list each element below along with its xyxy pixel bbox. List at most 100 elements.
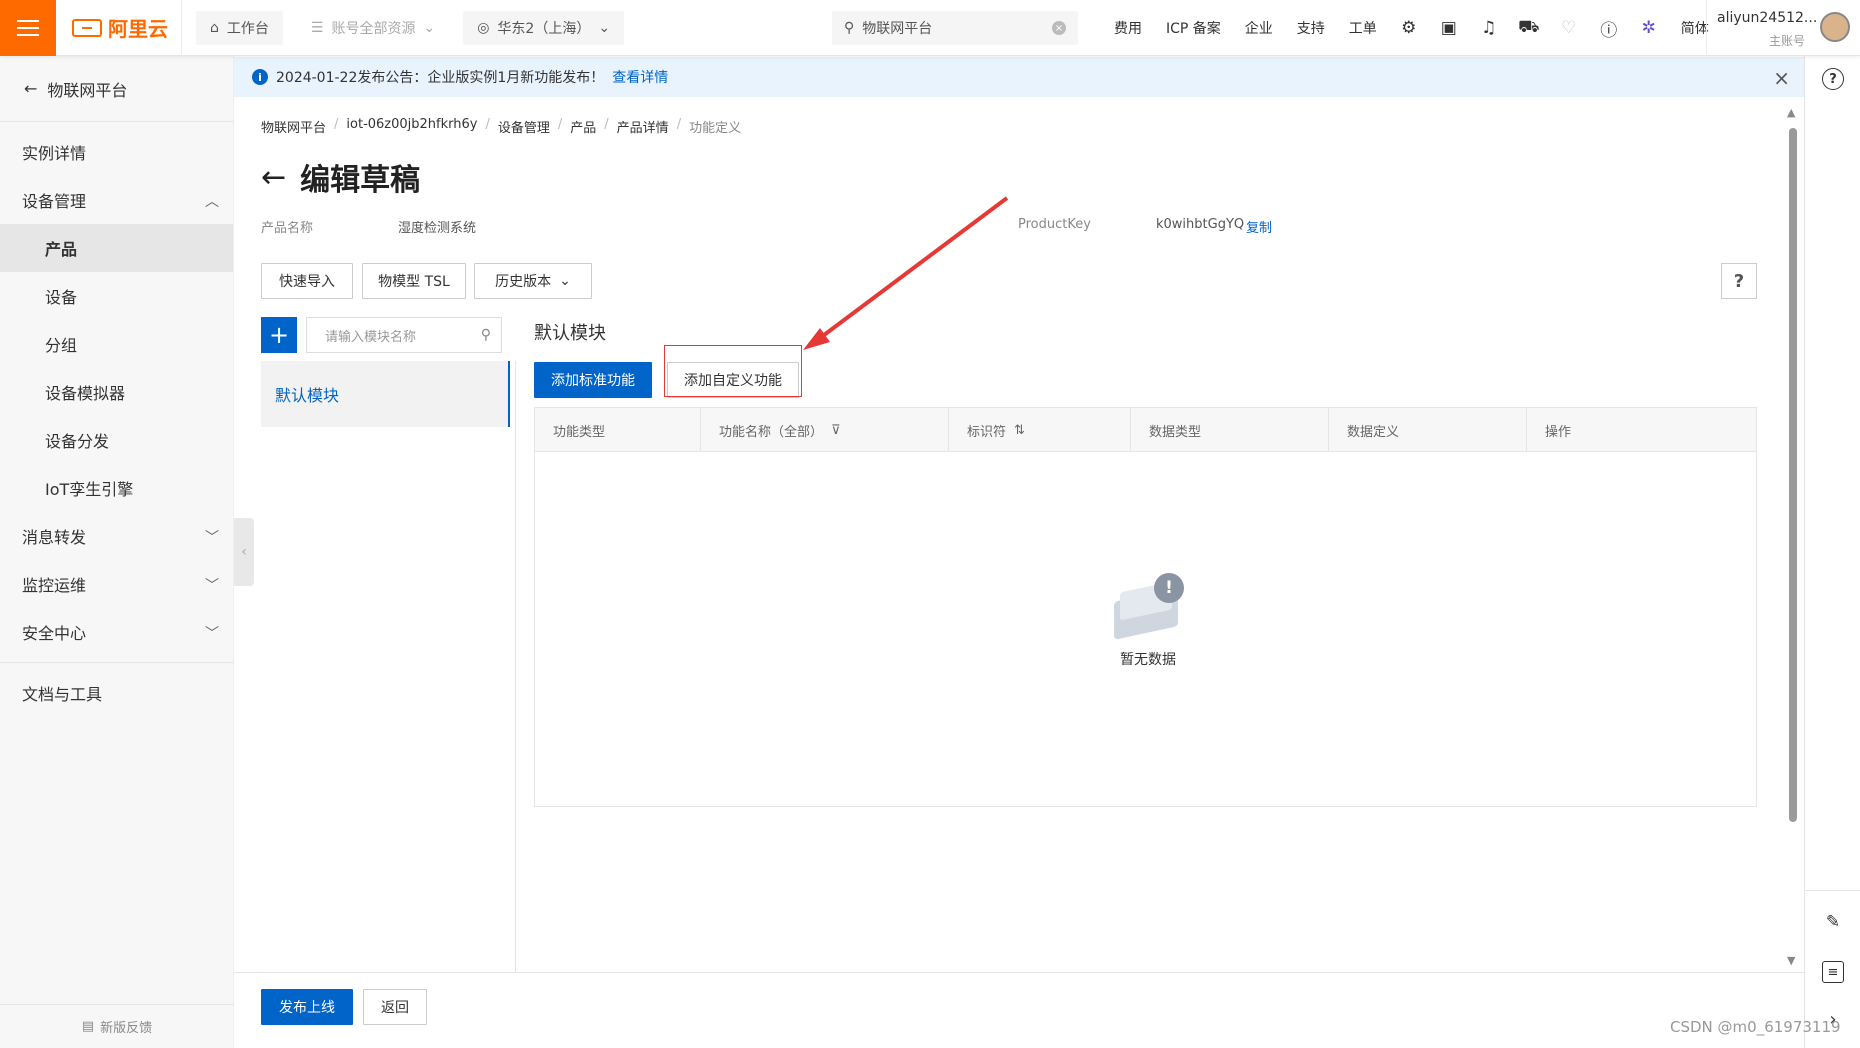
tsl-button[interactable]: 物模型 TSL xyxy=(362,263,466,299)
workbench-button[interactable]: ⌂ 工作台 xyxy=(196,10,283,45)
sidebar-divider xyxy=(0,662,233,663)
aliyun-logo[interactable]: 阿里云 xyxy=(56,0,182,56)
empty-box-icon: ! xyxy=(1110,573,1186,640)
search-value: 物联网平台 xyxy=(862,21,933,37)
sidebar-item-label: 产品 xyxy=(45,240,78,259)
sidebar-back-header[interactable]: ← 物联网平台 xyxy=(0,56,233,122)
back-button[interactable]: 返回 xyxy=(363,989,427,1025)
bell-icon[interactable]: ♫ xyxy=(1469,18,1509,38)
sidebar-item-label: 设备模拟器 xyxy=(45,384,126,403)
breadcrumb-separator: / xyxy=(676,117,682,132)
publish-button[interactable]: 发布上线 xyxy=(261,989,353,1025)
page-title: ← 编辑草稿 xyxy=(261,155,420,199)
scroll-up-icon[interactable]: ▲ xyxy=(1787,106,1795,119)
global-search-input[interactable]: ⚲ 物联网平台 × xyxy=(832,11,1078,45)
scroll-down-icon[interactable]: ▼ xyxy=(1787,954,1795,967)
edit-icon[interactable]: ✎ xyxy=(1822,911,1844,933)
sidebar-item-instance[interactable]: 实例详情 xyxy=(0,128,233,176)
terminal-icon[interactable]: ▣ xyxy=(1429,18,1469,38)
sidebar-item-label: 设备 xyxy=(45,288,78,307)
breadcrumb-current: 功能定义 xyxy=(689,121,742,136)
avatar[interactable] xyxy=(1820,12,1850,42)
button-label: 物模型 TSL xyxy=(378,274,450,290)
breadcrumb-item[interactable]: 物联网平台 xyxy=(261,117,326,136)
watermark: CSDN @m0_61973119 xyxy=(1670,1018,1841,1036)
sidebar-item-group[interactable]: 分组 xyxy=(0,320,233,368)
help-icon[interactable]: ⓘ xyxy=(1589,16,1629,41)
star-icon[interactable]: ✲ xyxy=(1629,18,1669,38)
comment-icon[interactable]: ≡ xyxy=(1822,961,1844,983)
column-header-label: 功能类型 xyxy=(553,424,606,440)
sidebar-item-distribution[interactable]: 设备分发 xyxy=(0,416,233,464)
bulb-icon[interactable]: ♡ xyxy=(1549,18,1589,38)
feedback-link[interactable]: ▤ 新版反馈 xyxy=(0,1004,234,1048)
region-dropdown[interactable]: ◎ 华东2（上海） ⌄ xyxy=(463,10,625,45)
top-link-enterprise[interactable]: 企业 xyxy=(1233,18,1285,38)
quick-import-button[interactable]: 快速导入 xyxy=(261,263,353,299)
copy-link[interactable]: 复制 xyxy=(1246,217,1272,236)
sidebar-item-message-forward[interactable]: 消息转发 ﹀ xyxy=(0,512,233,560)
module-item-label: 默认模块 xyxy=(275,386,340,405)
add-module-button[interactable]: + xyxy=(261,317,297,353)
sidebar-item-twin-engine[interactable]: IoT孪生引擎 xyxy=(0,464,233,512)
product-name-label: 产品名称 xyxy=(261,221,314,236)
button-label: 返回 xyxy=(381,1000,409,1016)
history-version-dropdown[interactable]: 历史版本 ⌄ xyxy=(474,263,592,299)
sidebar-item-simulator[interactable]: 设备模拟器 xyxy=(0,368,233,416)
region-label: 华东2（上海） xyxy=(497,20,591,37)
sidebar-item-label: 设备管理 xyxy=(22,192,87,211)
top-link-cost[interactable]: 费用 xyxy=(1102,18,1154,38)
chevron-down-icon: ﹀ xyxy=(205,578,219,594)
sidebar-item-security[interactable]: 安全中心 ﹀ xyxy=(0,608,233,656)
top-link-icp[interactable]: ICP 备案 xyxy=(1154,18,1233,38)
top-link-support[interactable]: 支持 xyxy=(1285,18,1337,38)
aliyun-logo-mark xyxy=(72,18,102,37)
api-icon[interactable]: ⚙ xyxy=(1389,18,1429,38)
sidebar-item-product[interactable]: 产品 xyxy=(0,224,233,272)
menu-icon[interactable] xyxy=(0,0,56,56)
module-search-input[interactable]: 请输入模块名称 ⚲ xyxy=(306,317,502,353)
sidebar-item-label: 监控运维 xyxy=(22,576,87,595)
sidebar-item-label: 设备分发 xyxy=(45,432,110,451)
sidebar-item-label: 消息转发 xyxy=(22,528,87,547)
breadcrumb-item[interactable]: iot-06z00jb2hfkrh6y xyxy=(346,117,477,136)
column-header[interactable]: 标识符 ⇅ xyxy=(949,408,1131,452)
breadcrumb-item[interactable]: 产品详情 xyxy=(617,117,669,136)
breadcrumb-item[interactable]: 设备管理 xyxy=(498,117,550,136)
scrollbar[interactable]: ▲ ▼ xyxy=(1787,106,1797,967)
sort-icon[interactable]: ⇅ xyxy=(1014,423,1025,438)
workbench-label: 工作台 xyxy=(226,20,269,37)
filter-icon[interactable]: ⊽ xyxy=(831,423,841,438)
top-link-ticket[interactable]: 工单 xyxy=(1337,18,1389,38)
product-name-value: 湿度检测系统 xyxy=(398,221,477,236)
close-icon[interactable]: × xyxy=(1773,66,1790,90)
search-icon: ⚲ xyxy=(480,327,491,343)
main-content: 物联网平台 / iot-06z00jb2hfkrh6y / 设备管理 / 产品 / 产品… xyxy=(234,97,1804,1048)
arrow-left-icon[interactable]: ← xyxy=(261,160,286,195)
help-button[interactable]: ? xyxy=(1721,263,1757,299)
sidebar-item-device[interactable]: 设备 xyxy=(0,272,233,320)
breadcrumb-item[interactable]: 产品 xyxy=(570,117,596,136)
user-role: 主账号 xyxy=(1769,34,1806,48)
add-standard-function-button[interactable]: 添加标准功能 xyxy=(534,362,652,398)
clear-icon[interactable]: × xyxy=(1052,21,1066,35)
list-icon: ☰ xyxy=(310,19,324,36)
module-panel: + 请输入模块名称 ⚲ 默认模块 xyxy=(261,317,510,977)
user-menu[interactable]: aliyun24512... 主账号 xyxy=(1706,0,1860,56)
resources-dropdown[interactable]: ☰ 账号全部资源 ⌄ xyxy=(296,10,450,45)
column-header[interactable]: 功能名称（全部） ⊽ xyxy=(701,408,949,452)
scroll-thumb[interactable] xyxy=(1789,128,1797,822)
sidebar-item-label: 实例详情 xyxy=(22,144,87,163)
cart-icon[interactable]: ⛟ xyxy=(1509,17,1549,39)
module-item-default[interactable]: 默认模块 xyxy=(261,361,510,427)
sidebar-item-monitoring[interactable]: 监控运维 ﹀ xyxy=(0,560,233,608)
column-header: 数据定义 xyxy=(1329,408,1527,452)
breadcrumb-separator: / xyxy=(334,117,339,132)
help-icon[interactable]: ? xyxy=(1822,68,1844,90)
footer-bar: 发布上线 返回 xyxy=(234,972,1804,1048)
home-icon: ⌂ xyxy=(210,19,219,36)
sidebar-item-docs-tools[interactable]: 文档与工具 xyxy=(0,669,233,717)
announcement-link[interactable]: 查看详情 xyxy=(612,67,668,87)
sidebar-item-device-mgmt[interactable]: 设备管理 ︿ xyxy=(0,176,233,224)
chevron-down-icon: ﹀ xyxy=(205,530,219,546)
